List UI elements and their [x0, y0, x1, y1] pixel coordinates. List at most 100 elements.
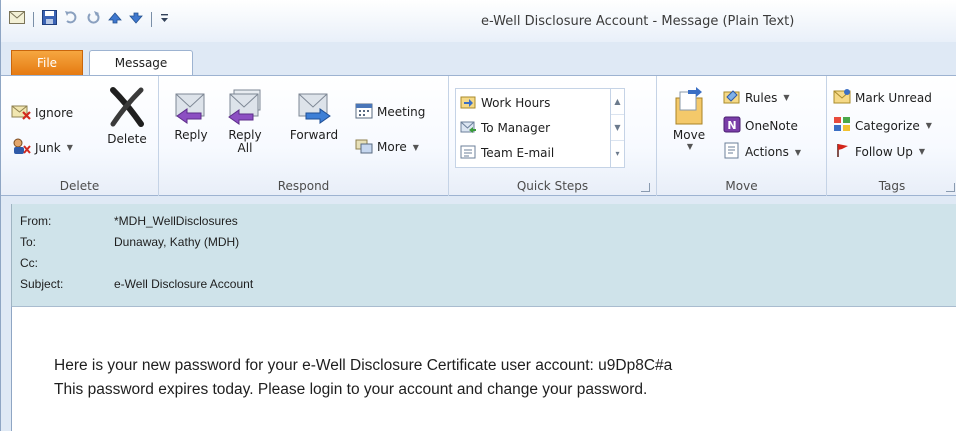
team-email-icon: [460, 144, 476, 162]
chevron-down-icon: ▼: [686, 142, 694, 151]
ignore-icon: [11, 102, 31, 123]
quick-steps-gallery: Work Hours To Manager Team E-mail ▲ ▼ ▾: [455, 88, 625, 168]
chevron-down-icon: ▼: [925, 121, 932, 130]
junk-icon: [11, 137, 31, 158]
onenote-icon: N: [723, 116, 741, 136]
rules-label: Rules: [745, 90, 778, 105]
svg-text:N: N: [727, 119, 736, 132]
move-label: Move: [672, 128, 706, 142]
up-arrow-icon[interactable]: [108, 11, 122, 27]
mark-unread-button[interactable]: Mark Unread: [833, 88, 932, 107]
more-respond-icon: [355, 137, 373, 157]
move-folder-icon: [667, 86, 711, 129]
delete-group-label: Delete: [59, 179, 100, 193]
chevron-down-icon: ▼: [66, 143, 73, 152]
respond-group-label: Respond: [277, 179, 330, 193]
cc-row: Cc:: [20, 254, 114, 272]
forward-icon: [285, 86, 343, 129]
reply-all-icon: [223, 86, 267, 129]
categorize-button[interactable]: Categorize ▼: [833, 116, 932, 135]
meeting-label: Meeting: [377, 105, 426, 119]
title-bar: e-Well Disclosure Account - Message (Pla…: [1, 0, 956, 42]
message-window: e-Well Disclosure Account - Message (Pla…: [0, 0, 956, 431]
mark-unread-label: Mark Unread: [855, 90, 932, 105]
from-label: From:: [20, 214, 52, 228]
subject-label: Subject:: [20, 277, 64, 291]
tags-group: Mark Unread Categorize ▼ Follow Up ▼ Tag…: [827, 76, 956, 196]
reply-all-button[interactable]: Reply All: [223, 86, 267, 155]
rules-icon: [723, 88, 741, 107]
chevron-down-icon: ▼: [794, 147, 801, 157]
onenote-button[interactable]: N OneNote: [723, 116, 798, 136]
categorize-icon: [833, 116, 851, 135]
tab-file[interactable]: File: [11, 50, 83, 75]
down-arrow-icon[interactable]: [129, 12, 143, 27]
reply-label: Reply: [174, 128, 208, 142]
more-button[interactable]: More ▼: [355, 137, 419, 157]
follow-up-button[interactable]: Follow Up ▼: [833, 142, 925, 161]
move-to-folder-icon: [460, 94, 476, 112]
from-value[interactable]: *MDH_WellDisclosures: [114, 214, 238, 228]
save-icon[interactable]: [42, 10, 57, 28]
quick-step-label: Work Hours: [481, 96, 551, 110]
respond-group: Reply Reply All Forward Meeting More ▼ R…: [159, 76, 449, 196]
flag-icon: [833, 142, 851, 161]
actions-button[interactable]: Actions ▼: [723, 142, 801, 162]
reply-all-label-line2: All: [237, 141, 253, 155]
quick-steps-group: Work Hours To Manager Team E-mail ▲ ▼ ▾ …: [449, 76, 657, 196]
to-label: To:: [20, 235, 37, 249]
tags-group-label: Tags: [878, 179, 906, 193]
categorize-label: Categorize: [855, 118, 920, 133]
quick-step-team-email[interactable]: Team E-mail: [460, 141, 554, 165]
delete-label: Delete: [107, 132, 147, 146]
gallery-expand-icon[interactable]: ▾: [611, 141, 624, 167]
forward-label: Forward: [289, 128, 339, 142]
chevron-down-icon: ▼: [783, 93, 790, 102]
follow-up-label: Follow Up: [855, 144, 913, 159]
meeting-button[interactable]: Meeting: [355, 102, 425, 122]
quick-step-label: To Manager: [481, 121, 551, 135]
rules-button[interactable]: Rules ▼: [723, 88, 790, 107]
redo-icon[interactable]: [86, 10, 101, 28]
delete-x-icon: [101, 86, 153, 131]
undo-icon[interactable]: [64, 10, 79, 28]
ignore-button[interactable]: Ignore: [11, 102, 73, 123]
ignore-label: Ignore: [35, 105, 74, 120]
ribbon-tabs: File Message: [1, 50, 956, 76]
delete-button[interactable]: Delete: [101, 86, 153, 146]
quick-steps-scrollbar[interactable]: ▲ ▼ ▾: [610, 89, 624, 167]
message-body[interactable]: Here is your new password for your e-Wel…: [11, 306, 956, 431]
quick-step-work-hours[interactable]: Work Hours: [460, 91, 550, 115]
to-value[interactable]: Dunaway, Kathy (MDH): [114, 235, 239, 249]
message-header: From: *MDH_WellDisclosures To: Dunaway, Ka…: [11, 204, 956, 306]
scroll-up-icon[interactable]: ▲: [611, 89, 624, 115]
toolbar-separator: [33, 11, 34, 27]
junk-button[interactable]: Junk ▼: [11, 137, 73, 158]
ribbon: Ignore Junk ▼ Delete Delete Reply Reply …: [1, 75, 956, 196]
tab-message[interactable]: Message: [89, 50, 193, 76]
more-label: More: [377, 140, 407, 154]
mark-unread-icon: [833, 88, 851, 107]
actions-label: Actions: [745, 145, 789, 159]
chevron-down-icon: ▼: [412, 142, 419, 152]
quick-step-to-manager[interactable]: To Manager: [460, 116, 550, 140]
forward-button[interactable]: Forward: [285, 86, 343, 142]
reply-button[interactable]: Reply: [171, 86, 211, 142]
dialog-launcher-icon[interactable]: [946, 183, 955, 192]
scroll-down-icon[interactable]: ▼: [611, 115, 624, 141]
customize-icon[interactable]: [160, 12, 169, 27]
onenote-label: OneNote: [745, 119, 798, 133]
chevron-down-icon: ▼: [918, 147, 926, 156]
window-title: e-Well Disclosure Account - Message (Pla…: [481, 14, 795, 29]
forward-mail-icon: [460, 119, 476, 137]
body-line-2: This password expires today. Please logi…: [54, 381, 648, 398]
move-button[interactable]: Move ▼: [667, 86, 711, 151]
mail-icon[interactable]: [9, 11, 25, 27]
body-line-1: Here is your new password for your e-Wel…: [54, 357, 673, 374]
toolbar-separator: [151, 11, 152, 27]
calendar-icon: [355, 102, 373, 122]
reply-icon: [171, 86, 211, 129]
quick-access-toolbar: [9, 10, 169, 28]
move-group-label: Move: [725, 179, 758, 193]
to-row: To: Dunaway, Kathy (MDH): [20, 233, 239, 251]
